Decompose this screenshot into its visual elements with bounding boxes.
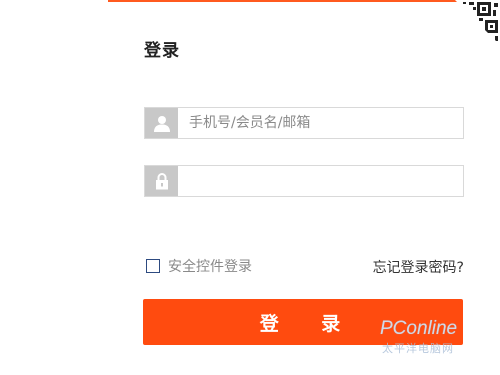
secure-control-login-option[interactable]: 安全控件登录	[146, 256, 252, 276]
lock-icon	[145, 166, 178, 196]
secure-control-label: 安全控件登录	[168, 259, 252, 275]
password-field[interactable]	[144, 165, 464, 197]
username-input[interactable]	[179, 108, 461, 138]
username-field[interactable]	[144, 107, 464, 139]
qr-code-icon[interactable]	[455, 0, 500, 45]
secure-control-checkbox[interactable]	[146, 259, 160, 273]
user-icon	[145, 108, 178, 138]
login-button[interactable]: 登 录	[143, 299, 463, 345]
top-accent-bar	[108, 0, 500, 2]
page-title: 登录	[144, 41, 180, 61]
forgot-password-link[interactable]: 忘记登录密码?	[373, 257, 464, 277]
password-input[interactable]	[179, 166, 461, 196]
